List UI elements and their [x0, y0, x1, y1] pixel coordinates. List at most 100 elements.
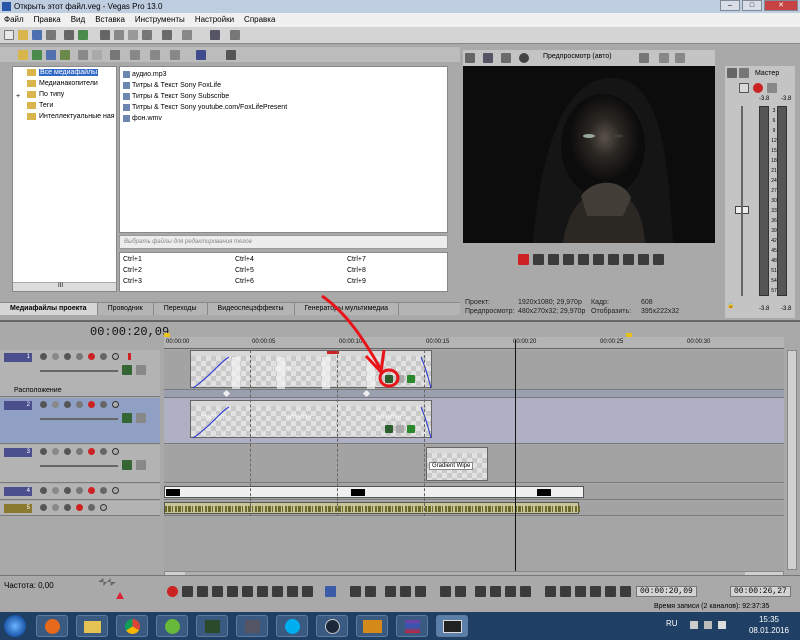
help-icon[interactable]	[230, 30, 240, 40]
video-fx-icon[interactable]	[501, 53, 511, 63]
tree-item-by-type[interactable]: + По типу	[13, 89, 116, 100]
composite-icon[interactable]	[64, 448, 71, 455]
timeline-timecode[interactable]: 00:00:20,09	[90, 325, 169, 339]
video-lane-3[interactable]: Gradient Wipe	[164, 445, 784, 483]
level-slider[interactable]	[40, 370, 118, 372]
master-fader-track[interactable]	[741, 106, 743, 296]
expand-track-icon[interactable]	[136, 365, 146, 375]
shortcut-label[interactable]: Ctrl+9	[347, 278, 366, 285]
play-button[interactable]	[212, 586, 223, 597]
vegas-taskbar-icon[interactable]	[436, 615, 468, 637]
tab-transitions[interactable]: Переходы	[154, 303, 208, 315]
expand-track-icon[interactable]	[136, 413, 146, 423]
settings-gear-icon[interactable]	[88, 448, 95, 455]
video-preview[interactable]	[463, 66, 715, 243]
zoom-out-icon[interactable]	[560, 586, 571, 597]
new-project-icon[interactable]	[4, 30, 14, 40]
capture-video-icon[interactable]	[32, 50, 42, 60]
trim-icon[interactable]	[490, 586, 501, 597]
automation-icon[interactable]	[76, 353, 83, 360]
go-to-start-button[interactable]	[257, 586, 268, 597]
system-clock[interactable]: 15:35 08.01.2016	[742, 614, 796, 636]
video-lane-4[interactable]	[164, 484, 784, 500]
track-fx-icon[interactable]	[52, 448, 59, 455]
media-help-icon[interactable]	[226, 50, 236, 60]
split-screen-icon[interactable]	[519, 53, 529, 63]
record-button[interactable]	[167, 586, 178, 597]
tag-filter-field[interactable]: Выбрать файлы для редактирования тегов	[119, 235, 448, 249]
split-icon[interactable]	[475, 586, 486, 597]
stop-button[interactable]	[242, 586, 253, 597]
tree-item-smart-bins[interactable]: Интеллектуальные ная	[13, 111, 116, 122]
master-properties-icon[interactable]	[727, 68, 737, 78]
import-media-icon[interactable]	[18, 50, 28, 60]
audio-clip[interactable]	[164, 502, 580, 514]
track-header-4[interactable]: 4	[0, 484, 160, 500]
file-item[interactable]: Титры & Текст Sony Subscribe	[122, 91, 445, 102]
mute-icon[interactable]	[112, 353, 119, 360]
settings-gear-icon[interactable]	[76, 504, 83, 511]
insert-region-icon[interactable]	[520, 586, 531, 597]
file-item[interactable]: фон.wmv	[122, 113, 445, 124]
next-frame-button[interactable]	[653, 254, 664, 265]
ignore-grouping-icon[interactable]	[440, 586, 451, 597]
close-button[interactable]: ✕	[764, 0, 798, 11]
edit-tool-icon[interactable]	[210, 30, 220, 40]
composite-icon[interactable]	[64, 353, 71, 360]
track-fx-icon[interactable]	[52, 401, 59, 408]
automation-icon[interactable]	[76, 487, 83, 494]
play-media-icon[interactable]	[130, 50, 140, 60]
shortcut-label[interactable]: Ctrl+8	[347, 267, 366, 274]
normal-edit-tool-icon[interactable]	[325, 586, 336, 597]
event-crop-icon[interactable]	[396, 375, 404, 383]
tree-item-all-media[interactable]: Все медиафайлы	[13, 67, 116, 78]
capture-icon[interactable]	[78, 30, 88, 40]
track-header-2[interactable]: 2	[0, 398, 160, 444]
menu-options[interactable]: Настройки	[195, 13, 234, 27]
start-button-icon[interactable]	[4, 615, 26, 637]
paste-icon[interactable]	[128, 30, 138, 40]
tray-icon[interactable]	[704, 621, 712, 629]
bypass-icon[interactable]	[100, 353, 107, 360]
preview-properties-icon[interactable]	[465, 53, 475, 63]
event-fx-icon[interactable]	[385, 375, 393, 383]
track-fx-icon[interactable]	[52, 504, 59, 511]
go-to-end-button[interactable]	[623, 254, 634, 265]
copy-icon[interactable]	[114, 30, 124, 40]
end-timecode[interactable]: 00:00:26,27	[730, 586, 791, 597]
cursor-timecode[interactable]: 00:00:20,09	[636, 586, 697, 597]
prev-frame-button[interactable]	[638, 254, 649, 265]
lock-envelopes-icon[interactable]	[415, 586, 426, 597]
overlays-icon[interactable]	[639, 53, 649, 63]
tab-explorer[interactable]: Проводник	[98, 303, 154, 315]
track-fx-icon[interactable]	[52, 487, 59, 494]
remove-media-icon[interactable]	[78, 50, 88, 60]
automation-icon[interactable]	[76, 401, 83, 408]
preview-quality-dropdown[interactable]: Предпросмотр (авто)	[543, 53, 612, 60]
automation-icon[interactable]	[64, 504, 71, 511]
motion-icon[interactable]	[40, 448, 47, 455]
bypass-icon[interactable]	[100, 401, 107, 408]
file-item[interactable]: Титры & Текст Sony youtube.com/FoxLifePr…	[122, 102, 445, 113]
explorer-taskbar-icon[interactable]	[76, 615, 108, 637]
insert-marker-icon[interactable]	[505, 586, 516, 597]
render-icon[interactable]	[64, 30, 74, 40]
shortcut-label[interactable]: Ctrl+3	[123, 278, 142, 285]
language-indicator[interactable]: RU	[666, 619, 678, 628]
tree-item-media-bins[interactable]: Медианакопители	[13, 78, 116, 89]
play-button[interactable]	[563, 254, 574, 265]
menu-insert[interactable]: Вставка	[95, 13, 125, 27]
shortcut-label[interactable]: Ctrl+6	[235, 278, 254, 285]
video-lane-2[interactable]: !!!!!!!!!!!!!!! ... !!!!!!!!!!!!!!! ... …	[164, 398, 784, 444]
track-header-3[interactable]: 3	[0, 445, 160, 483]
app-taskbar-icon[interactable]	[196, 615, 228, 637]
delete-icon[interactable]	[142, 30, 152, 40]
tab-video-fx[interactable]: Видеоспецэффекты	[208, 303, 295, 315]
transition-clip[interactable]: Gradient Wipe	[426, 447, 488, 481]
composite-mode-icon[interactable]	[122, 413, 132, 423]
prev-frame-button[interactable]	[287, 586, 298, 597]
bypass-icon[interactable]	[100, 448, 107, 455]
automation-icon[interactable]	[76, 448, 83, 455]
master-lock-icon[interactable]: 🔒	[727, 302, 734, 309]
zoom-in-icon[interactable]	[545, 586, 556, 597]
